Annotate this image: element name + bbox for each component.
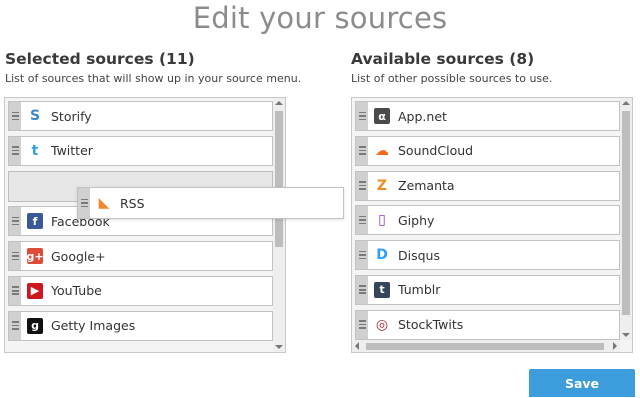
drag-handle[interactable] (356, 102, 368, 130)
source-item[interactable]: ☁ SoundCloud (355, 135, 620, 166)
source-label: Storify (51, 108, 92, 124)
source-label: RSS (120, 195, 145, 211)
source-item[interactable]: Z Zemanta (355, 170, 620, 201)
zemanta-icon: Z (374, 177, 390, 194)
scroll-up-arrow-icon[interactable] (622, 101, 630, 105)
drag-handle[interactable] (9, 136, 21, 165)
rss-icon: ◣ (96, 195, 112, 211)
dragging-source-item[interactable]: ◣ RSS (77, 187, 344, 219)
drag-handle[interactable] (356, 136, 368, 165)
drag-handle[interactable] (356, 241, 368, 270)
scrollbar-thumb[interactable] (622, 111, 630, 315)
scroll-down-arrow-icon[interactable] (275, 345, 283, 349)
source-item[interactable]: ▯ Giphy (355, 205, 620, 236)
selected-sources-list[interactable]: S Storify t Twitter f Facebook g+ Google+ ▶ YouTu… (4, 97, 286, 353)
drag-handle[interactable] (356, 310, 368, 339)
source-item[interactable]: g+ Google+ (8, 241, 273, 272)
source-item[interactable]: D Disqus (355, 240, 620, 271)
storify-icon: S (27, 108, 43, 124)
giphy-icon: ▯ (374, 212, 390, 229)
source-item[interactable]: g Getty Images (8, 310, 273, 341)
available-sources-list[interactable]: α App.net ☁ SoundCloud Z Zemanta ▯ Giphy D Disqus… (351, 97, 633, 353)
drag-handle[interactable] (78, 188, 90, 218)
source-label: Disqus (398, 247, 440, 263)
drag-handle[interactable] (9, 276, 21, 305)
scroll-left-arrow-icon[interactable] (355, 342, 359, 350)
drag-handle[interactable] (356, 206, 368, 235)
drag-handle[interactable] (356, 275, 368, 304)
selected-scrollbar[interactable] (273, 98, 285, 352)
source-label: YouTube (51, 283, 102, 299)
horizontal-scrollbar-thumb[interactable] (366, 343, 604, 350)
source-label: Getty Images (51, 318, 136, 334)
available-sources-subtitle: List of other possible sources to use. (351, 72, 553, 85)
google-plus-icon: g+ (26, 248, 44, 265)
youtube-icon: ▶ (27, 282, 43, 299)
app-net-icon: α (374, 108, 390, 124)
source-label: Twitter (51, 143, 93, 159)
stocktwits-icon: ◎ (374, 316, 390, 333)
source-label: Zemanta (398, 178, 455, 194)
source-label: Google+ (51, 248, 106, 264)
twitter-icon: t (27, 142, 43, 159)
source-item[interactable]: ◎ StockTwits (355, 309, 620, 340)
available-sources-heading: Available sources (8) (351, 50, 535, 68)
drag-handle[interactable] (9, 242, 21, 271)
scrollbar-thumb[interactable] (275, 111, 283, 247)
selected-sources-subtitle: List of sources that will show up in you… (5, 72, 302, 85)
source-item[interactable]: t Tumblr (355, 274, 620, 305)
scroll-down-arrow-icon[interactable] (622, 333, 630, 337)
soundcloud-icon: ☁ (374, 142, 390, 159)
available-scrollbar[interactable] (620, 98, 632, 340)
available-horizontal-scrollbar[interactable] (352, 340, 620, 352)
source-item[interactable]: S Storify (8, 101, 273, 131)
getty-images-icon: g (27, 317, 43, 334)
disqus-icon: D (374, 247, 390, 264)
facebook-icon: f (27, 213, 43, 230)
save-button[interactable]: Save (529, 369, 635, 397)
scroll-up-arrow-icon[interactable] (275, 101, 283, 105)
tumblr-icon: t (374, 281, 390, 298)
drag-handle[interactable] (356, 171, 368, 200)
source-label: StockTwits (398, 317, 464, 333)
drag-handle[interactable] (9, 207, 21, 236)
source-label: SoundCloud (398, 143, 474, 159)
drag-handle[interactable] (9, 102, 21, 130)
source-label: Giphy (398, 212, 435, 228)
selected-sources-heading: Selected sources (11) (5, 50, 195, 68)
source-item[interactable]: ▶ YouTube (8, 275, 273, 306)
source-label: App.net (398, 108, 447, 124)
source-label: Tumblr (398, 282, 441, 298)
source-item[interactable]: α App.net (355, 101, 620, 131)
source-item[interactable]: t Twitter (8, 135, 273, 166)
drag-handle[interactable] (9, 311, 21, 340)
scroll-right-arrow-icon[interactable] (613, 342, 617, 350)
page-title: Edit your sources (192, 1, 448, 35)
